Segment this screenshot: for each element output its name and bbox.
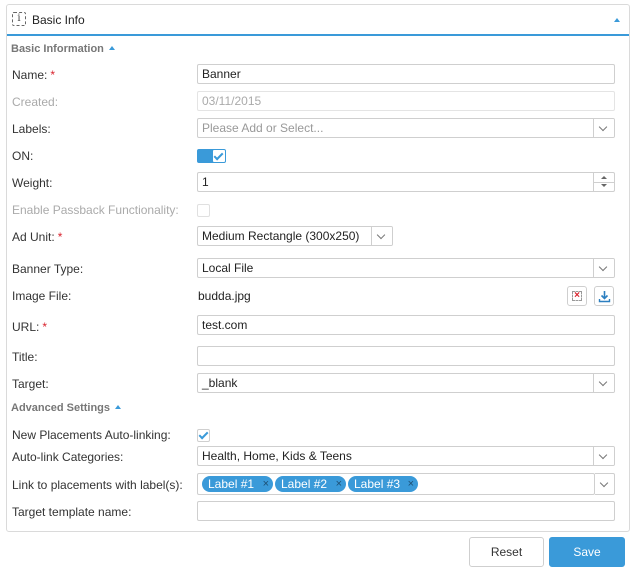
target-label: Target: (12, 377, 49, 391)
chevron-down-icon (598, 122, 608, 132)
save-button[interactable]: Save (549, 537, 625, 567)
download-icon (598, 291, 611, 303)
section-basic-information[interactable]: Basic Information (11, 43, 115, 55)
chevron-down-icon (598, 262, 608, 272)
section-advanced-settings[interactable]: Advanced Settings (11, 402, 122, 414)
weight-input[interactable]: 1 (197, 172, 615, 192)
label-tag: Label #1 × (202, 476, 273, 492)
target-dropdown-button[interactable] (593, 374, 614, 392)
section-caret-icon (108, 46, 115, 50)
auto-link-categories-select[interactable]: Health, Home, Kids & Teens (197, 446, 615, 466)
title-input[interactable] (197, 346, 615, 366)
link-labels-label: Link to placements with label(s): (12, 478, 183, 492)
toggle-knob (213, 150, 225, 162)
name-input[interactable]: Banner (197, 64, 615, 84)
download-button[interactable] (594, 286, 614, 306)
weight-value: 1 (202, 175, 209, 189)
labels-select[interactable]: Please Add or Select... (197, 118, 615, 138)
chevron-down-icon (598, 450, 608, 460)
name-label: Name: * (12, 68, 56, 82)
banner-type-label: Banner Type: (12, 262, 84, 276)
link-labels-input[interactable]: Label #1 × Label #2 × Label #3 × (197, 473, 595, 495)
arrow-up-icon (601, 176, 607, 179)
auto-link-categories-label: Auto-link Categories: (12, 450, 124, 464)
title-label: Title: (12, 350, 38, 364)
on-toggle[interactable] (197, 149, 226, 163)
clear-file-button[interactable]: × (567, 286, 587, 306)
labels-placeholder: Please Add or Select... (202, 121, 324, 135)
chevron-down-icon (599, 478, 609, 488)
label-tag: Label #2 × (275, 476, 346, 492)
image-file-label: Image File: (12, 289, 72, 303)
label-tag: Label #3 × (348, 476, 418, 492)
remove-tag-icon[interactable]: × (336, 476, 342, 492)
target-template-input[interactable] (197, 501, 615, 521)
categories-dropdown-button[interactable] (593, 447, 614, 465)
auto-linking-label: New Placements Auto-linking: (12, 428, 171, 442)
labels-dropdown-button[interactable] (593, 119, 614, 137)
link-labels-dropdown-button[interactable] (595, 473, 615, 495)
remove-tag-icon[interactable]: × (408, 476, 414, 492)
reset-button[interactable]: Reset (469, 537, 544, 567)
ad-unit-value: Medium Rectangle (300x250) (202, 229, 360, 243)
check-icon (213, 150, 224, 161)
created-input: 03/11/2015 (197, 91, 615, 111)
target-value: _blank (202, 376, 238, 390)
arrow-down-icon (601, 184, 607, 187)
remove-tag-icon[interactable]: × (263, 476, 269, 492)
panel-header[interactable]: i Basic Info (7, 5, 629, 36)
ad-unit-dropdown-button[interactable] (371, 227, 392, 245)
weight-label: Weight: (12, 176, 53, 190)
auto-link-categories-value: Health, Home, Kids & Teens (202, 449, 352, 463)
on-label: ON: (12, 149, 34, 163)
clear-file-icon: × (572, 291, 582, 301)
labels-label: Labels: (12, 122, 51, 136)
created-label: Created: (12, 95, 59, 109)
chevron-down-icon (376, 230, 386, 240)
ad-unit-select[interactable]: Medium Rectangle (300x250) (197, 226, 393, 246)
chevron-down-icon (598, 377, 608, 387)
panel-title: Basic Info (32, 13, 85, 27)
banner-type-dropdown-button[interactable] (593, 259, 614, 277)
weight-stepper[interactable] (593, 173, 614, 191)
info-icon: i (12, 12, 26, 26)
url-label: URL: * (12, 320, 48, 334)
url-input[interactable]: test.com (197, 315, 615, 335)
banner-type-value: Local File (202, 261, 254, 275)
check-icon (198, 429, 209, 440)
section-caret-icon (115, 405, 122, 409)
passback-checkbox (197, 204, 210, 217)
target-template-label: Target template name: (12, 505, 132, 519)
target-select[interactable]: _blank (197, 373, 615, 393)
collapse-caret-icon[interactable] (614, 18, 620, 22)
passback-label: Enable Passback Functionality: (12, 203, 179, 217)
image-file-name: budda.jpg (198, 289, 251, 303)
ad-unit-label: Ad Unit: * (12, 230, 63, 244)
auto-linking-checkbox[interactable] (197, 429, 210, 442)
stepper-down-button[interactable] (594, 182, 614, 191)
banner-type-select[interactable]: Local File (197, 258, 615, 278)
